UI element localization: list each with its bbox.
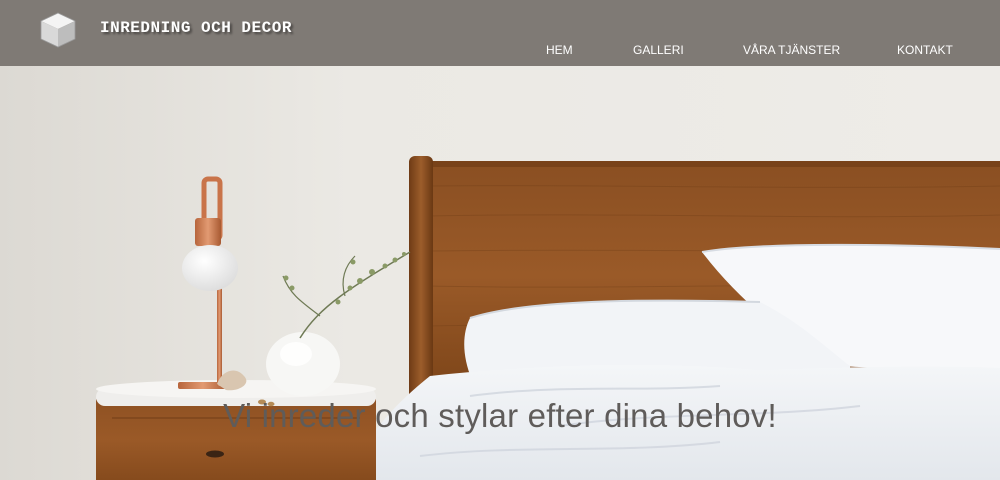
nav-link-kontakt[interactable]: KONTAKT [897, 43, 953, 57]
site-header: INREDNING OCH DECOR HEM GALLERI VÅRA TJÄ… [0, 0, 1000, 66]
hero-tagline: Vi inreder och stylar efter dina behov! [223, 397, 777, 434]
nav-link-vara-tjanster[interactable]: VÅRA TJÄNSTER [743, 43, 840, 57]
hero-banner: Vi inreder och stylar efter dina behov! [0, 66, 1000, 480]
nav-link-galleri[interactable]: GALLERI [633, 43, 684, 57]
nav-link-hem[interactable]: HEM [546, 43, 573, 57]
main-nav: HEM GALLERI VÅRA TJÄNSTER KONTAKT [0, 43, 1000, 61]
site-title[interactable]: INREDNING OCH DECOR [100, 19, 292, 37]
